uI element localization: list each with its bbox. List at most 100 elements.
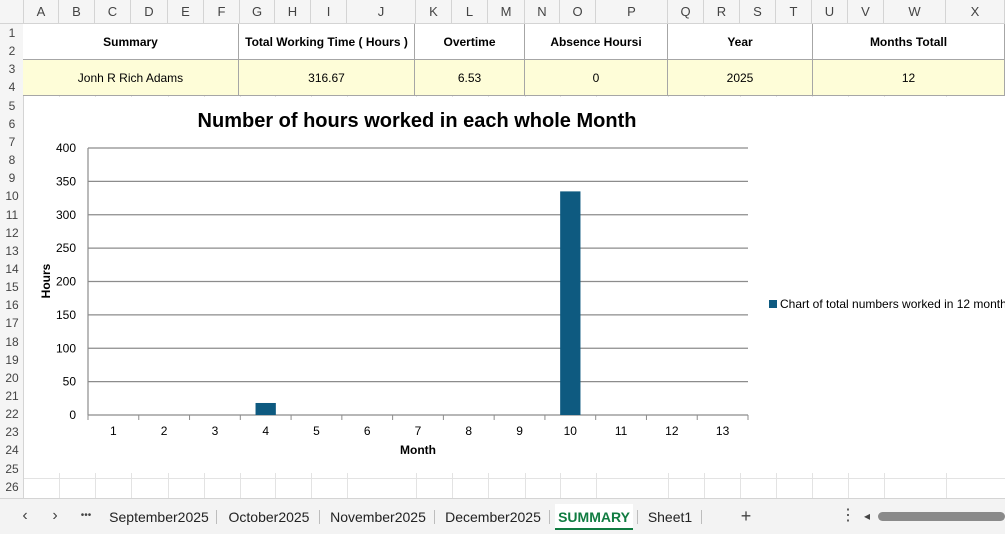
column-header-m[interactable]: M [488, 0, 525, 24]
row-header-18[interactable]: 18 [0, 335, 23, 353]
header-total-working-time[interactable]: Total Working Time ( Hours ) [239, 24, 415, 60]
row-header-23[interactable]: 23 [0, 425, 23, 443]
column-header-a[interactable]: A [24, 0, 59, 24]
value-total-working-time[interactable]: 316.67 [239, 60, 415, 96]
column-header-l[interactable]: L [452, 0, 488, 24]
row-header-20[interactable]: 20 [0, 371, 23, 389]
chevron-right-icon[interactable]: › [44, 505, 66, 527]
tab-separator [549, 510, 550, 524]
column-header-c[interactable]: C [95, 0, 131, 24]
column-header-b[interactable]: B [59, 0, 95, 24]
row-header-26[interactable]: 26 [0, 480, 23, 498]
value-months-total[interactable]: 12 [813, 60, 1005, 96]
column-header-f[interactable]: F [204, 0, 240, 24]
row-header-24[interactable]: 24 [0, 443, 23, 461]
tab-separator [701, 510, 702, 524]
y-tick-label: 300 [56, 208, 76, 222]
tab-summary[interactable]: SUMMARY [555, 504, 633, 530]
bar-month-10 [560, 191, 581, 415]
row-header-4[interactable]: 4 [0, 80, 23, 98]
row-header-17[interactable]: 17 [0, 316, 23, 334]
column-header-t[interactable]: T [776, 0, 812, 24]
value-overtime[interactable]: 6.53 [415, 60, 525, 96]
x-tick-label: 5 [313, 424, 320, 438]
y-tick-label: 100 [56, 341, 76, 355]
row-header-3[interactable]: 3 [0, 62, 23, 80]
chevron-left-icon[interactable]: ‹ [14, 505, 36, 527]
y-tick-label: 150 [56, 308, 76, 322]
header-year[interactable]: Year [668, 24, 813, 60]
x-tick-label: 10 [564, 424, 578, 438]
tab-separator [319, 510, 320, 524]
column-header-e[interactable]: E [168, 0, 204, 24]
tab-sheet1[interactable]: Sheet1 [643, 504, 697, 530]
select-all-corner[interactable] [0, 0, 24, 24]
column-header-o[interactable]: O [560, 0, 596, 24]
tab-november2025[interactable]: November2025 [325, 504, 431, 530]
header-months-total[interactable]: Months Totall [813, 24, 1005, 60]
row-header-6[interactable]: 6 [0, 117, 23, 135]
row-header-12[interactable]: 12 [0, 226, 23, 244]
row-header-7[interactable]: 7 [0, 135, 23, 153]
row-header-5[interactable]: 5 [0, 99, 23, 117]
row-header-25[interactable]: 25 [0, 462, 23, 480]
column-header-j[interactable]: J [347, 0, 416, 24]
column-header-q[interactable]: Q [668, 0, 704, 24]
x-tick-label: 3 [212, 424, 219, 438]
plus-icon[interactable]: + [735, 505, 757, 527]
column-header-x[interactable]: X [946, 0, 1005, 24]
value-absence-hours[interactable]: 0 [525, 60, 668, 96]
column-header-h[interactable]: H [275, 0, 311, 24]
row-header-1[interactable]: 1 [0, 26, 23, 44]
hours-chart[interactable]: Number of hours worked in each whole Mon… [24, 97, 1005, 473]
column-header-u[interactable]: U [812, 0, 848, 24]
row-header-15[interactable]: 15 [0, 280, 23, 298]
x-axis-label: Month [400, 443, 436, 457]
ellipsis-icon[interactable]: ••• [74, 505, 98, 527]
column-header-d[interactable]: D [131, 0, 168, 24]
x-tick-label: 2 [161, 424, 168, 438]
vertical-ellipsis-icon[interactable]: ⋮ [837, 505, 859, 527]
header-summary[interactable]: Summary [23, 24, 239, 60]
x-tick-label: 1 [110, 424, 117, 438]
y-tick-label: 50 [63, 375, 77, 389]
x-tick-label: 11 [615, 424, 628, 438]
row-header-11[interactable]: 11 [0, 208, 23, 226]
value-employee-name[interactable]: Jonh R Rich Adams [23, 60, 239, 96]
row-header-9[interactable]: 9 [0, 171, 23, 189]
column-header-w[interactable]: W [884, 0, 946, 24]
row-header-10[interactable]: 10 [0, 189, 23, 207]
column-header-p[interactable]: P [596, 0, 668, 24]
sheet-tab-bar: ‹ › ••• September2025 October2025 Novemb… [0, 498, 1005, 534]
row-header-bar: 1 2 3 4 5 6 7 8 9 10 11 12 13 14 15 16 17 18 19 20 21 22 23 24 2… [0, 24, 24, 498]
tab-december2025[interactable]: December2025 [440, 504, 546, 530]
tab-september2025[interactable]: September2025 [104, 504, 214, 530]
row-header-14[interactable]: 14 [0, 262, 23, 280]
column-header-i[interactable]: I [311, 0, 347, 24]
row-header-21[interactable]: 21 [0, 389, 23, 407]
row-header-13[interactable]: 13 [0, 244, 23, 262]
legend-label: Chart of total numbers worked in 12 mont… [780, 297, 1005, 311]
horizontal-scrollbar[interactable] [878, 512, 1005, 521]
row-header-22[interactable]: 22 [0, 407, 23, 425]
row-header-2[interactable]: 2 [0, 44, 23, 62]
header-absence-hours[interactable]: Absence Hoursi [525, 24, 668, 60]
column-header-k[interactable]: K [416, 0, 452, 24]
value-year[interactable]: 2025 [668, 60, 813, 96]
chart-title: Number of hours worked in each whole Mon… [198, 110, 637, 132]
column-header-v[interactable]: V [848, 0, 884, 24]
summary-table: Summary Total Working Time ( Hours ) Ove… [23, 24, 1005, 96]
column-header-bar: ABCDEFGHIJKLMNOPQRSTUVWX [0, 0, 1005, 24]
column-header-s[interactable]: S [740, 0, 776, 24]
legend-swatch [769, 300, 777, 308]
x-tick-label: 8 [465, 424, 472, 438]
column-header-r[interactable]: R [704, 0, 740, 24]
row-header-16[interactable]: 16 [0, 298, 23, 316]
tab-october2025[interactable]: October2025 [222, 504, 316, 530]
triangle-left-icon[interactable]: ◂ [860, 505, 874, 527]
row-header-8[interactable]: 8 [0, 153, 23, 171]
header-overtime[interactable]: Overtime [415, 24, 525, 60]
column-header-n[interactable]: N [525, 0, 560, 24]
column-header-g[interactable]: G [240, 0, 275, 24]
row-header-19[interactable]: 19 [0, 353, 23, 371]
